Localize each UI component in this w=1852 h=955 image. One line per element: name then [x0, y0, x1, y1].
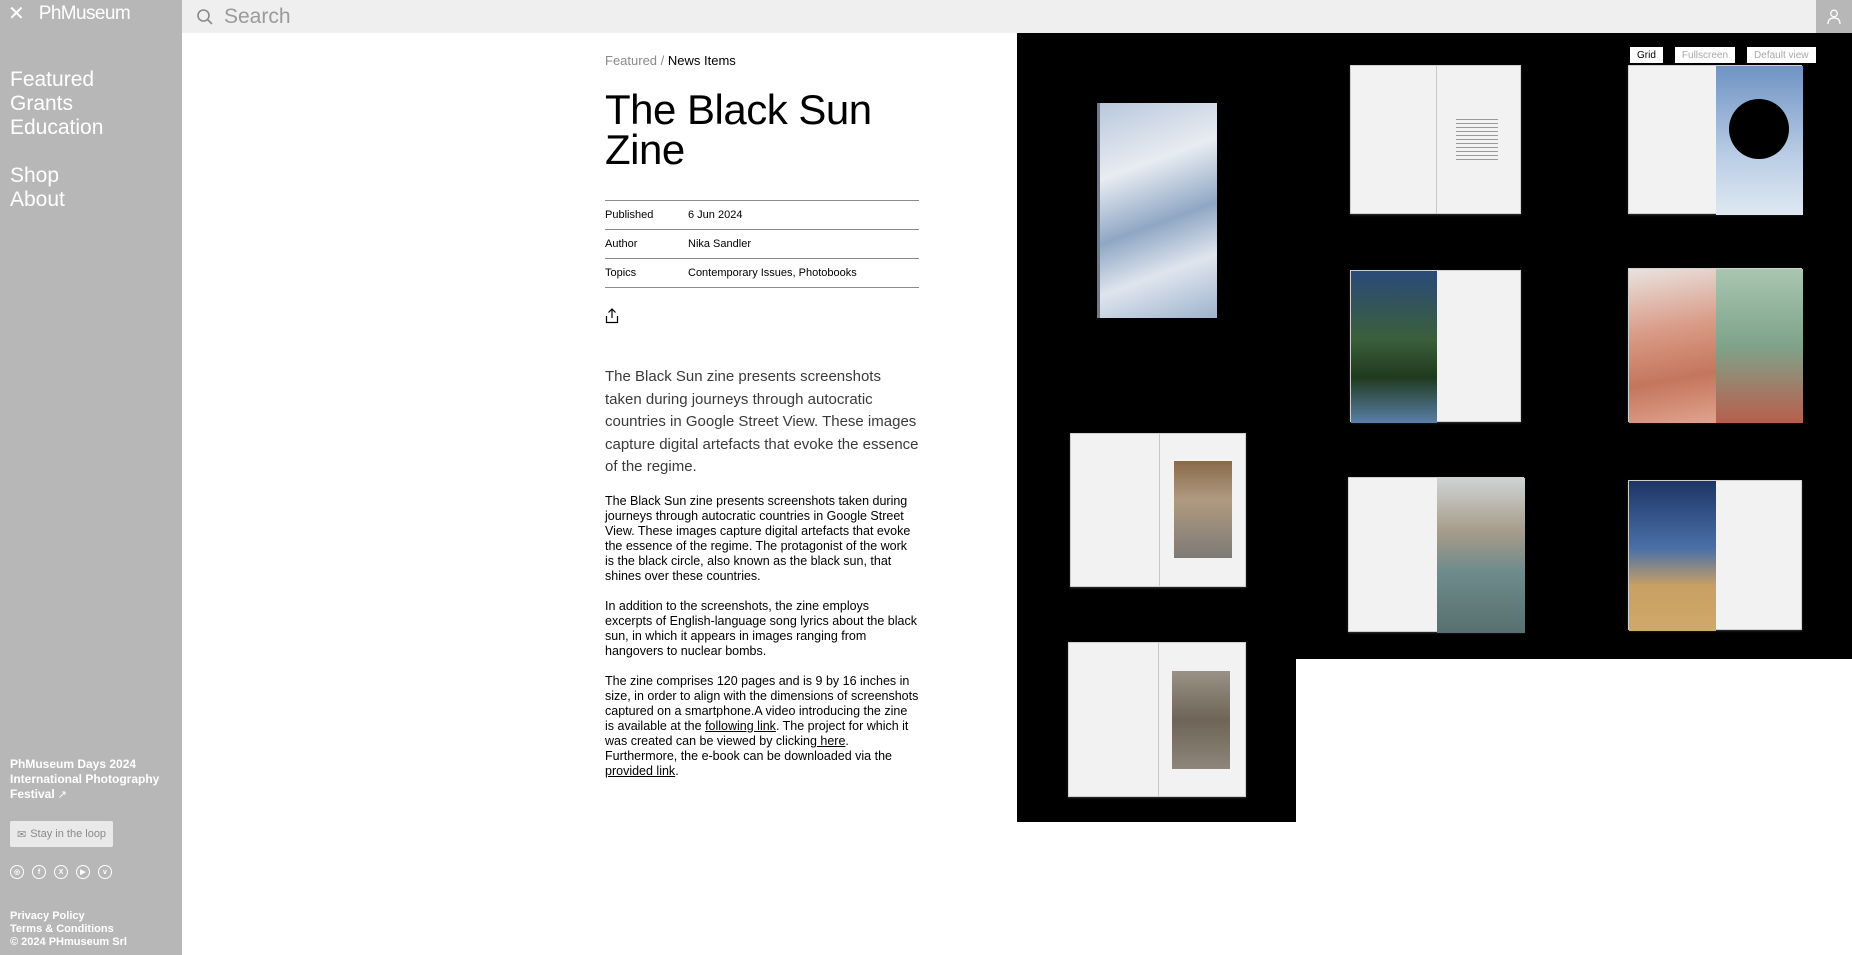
meta-author: Author Nika Sandler [605, 230, 919, 259]
youtube-icon[interactable]: ▶ [76, 865, 90, 879]
topics-value[interactable]: Contemporary Issues, Photobooks [688, 267, 857, 279]
nav-shop[interactable]: Shop [10, 164, 182, 188]
gallery-photo-9[interactable] [1068, 642, 1246, 797]
gallery-photo-1[interactable] [1097, 103, 1217, 318]
gallery-photo-5[interactable] [1628, 268, 1803, 423]
published-label: Published [605, 209, 654, 221]
festival-label: PhMuseum Days 2024 International Photogr… [10, 757, 160, 801]
mail-icon: ✉ [17, 828, 27, 841]
sidebar-header: ✕ PhMuseum [0, 0, 182, 28]
article-paragraph-1: The Black Sun zine presents screenshots … [605, 493, 911, 583]
spine [1159, 434, 1160, 586]
default-view-button[interactable]: Default view [1747, 47, 1816, 63]
article-meta: Published 6 Jun 2024 Author Nika Sandler… [605, 200, 919, 288]
grid-view-button[interactable]: Grid [1630, 47, 1663, 63]
facebook-icon[interactable]: f [32, 865, 46, 879]
road-photo [1437, 478, 1525, 633]
nav-about[interactable]: About [10, 188, 182, 212]
article: Featured / News Items The Black Sun Zine… [605, 53, 919, 779]
balcony-photo [1629, 269, 1716, 423]
breadcrumb-current[interactable]: News Items [668, 53, 736, 68]
desert-photo [1629, 481, 1716, 631]
search-icon [194, 6, 216, 28]
festival-link[interactable]: PhMuseum Days 2024 International Photogr… [10, 757, 170, 803]
published-value: 6 Jun 2024 [688, 209, 743, 221]
page-title: The Black Sun Zine [605, 86, 872, 173]
logo[interactable]: PhMuseum [39, 3, 131, 25]
meta-topics: Topics Contemporary Issues, Photobooks [605, 259, 919, 288]
gallery-photo-8[interactable] [1628, 480, 1802, 631]
x-icon[interactable]: X [54, 865, 68, 879]
vimeo-icon[interactable]: v [98, 865, 112, 879]
gallery-photo-6[interactable] [1070, 433, 1246, 587]
spine [1436, 66, 1437, 213]
gallery-photo-3[interactable] [1628, 65, 1803, 215]
gallery-photo-7[interactable] [1348, 477, 1525, 633]
author-label: Author [605, 238, 638, 250]
stay-in-loop-label: Stay in the loop [30, 828, 107, 840]
article-lead: The Black Sun zine presents screenshots … [605, 368, 919, 475]
copyright: © 2024 PHmuseum Srl [10, 936, 127, 948]
fullscreen-view-button[interactable]: Fullscreen [1674, 47, 1736, 63]
shadow-photo [1172, 671, 1230, 769]
terms-link[interactable]: Terms & Conditions [10, 923, 127, 936]
gallery-photo-2[interactable] [1350, 65, 1521, 214]
oasis-photo [1351, 271, 1437, 423]
social-links: ◎ f X ▶ v [10, 865, 112, 879]
video-link[interactable]: following link [705, 719, 776, 733]
author-value[interactable]: Nika Sandler [688, 238, 751, 250]
article-paragraph-3: The zine comprises 120 pages and is 9 by… [605, 674, 919, 779]
black-sun [1729, 99, 1789, 159]
privacy-policy-link[interactable]: Privacy Policy [10, 910, 127, 923]
figure-photo [1174, 461, 1232, 558]
nav-education[interactable]: Education [10, 116, 182, 140]
spine [1158, 643, 1159, 796]
project-link[interactable]: here [817, 734, 845, 748]
user-account-button[interactable] [1816, 0, 1852, 33]
breadcrumb-parent[interactable]: Featured [605, 53, 657, 68]
ebook-link[interactable]: provided link [605, 764, 675, 778]
sidebar: ✕ PhMuseum Featured Grants Education Sho… [0, 0, 182, 955]
cloud-cover [1097, 103, 1217, 318]
gallery-photo-4[interactable] [1350, 270, 1521, 423]
close-icon[interactable]: ✕ [8, 4, 25, 24]
legal-links: Privacy Policy Terms & Conditions © 2024… [10, 910, 127, 949]
search-input[interactable] [224, 4, 1724, 29]
p3-text-4: . [675, 763, 679, 778]
instagram-icon[interactable]: ◎ [10, 865, 24, 879]
breadcrumb-separator: / [657, 53, 668, 68]
view-toggle: Grid Fullscreen Default view [1630, 47, 1816, 63]
topics-label: Topics [605, 267, 637, 279]
nav-grants[interactable]: Grants [10, 92, 182, 116]
stay-in-loop-button[interactable]: ✉ Stay in the loop [10, 821, 114, 847]
nav-featured[interactable]: Featured [10, 68, 182, 92]
text-block [1456, 116, 1498, 161]
main-nav: Featured Grants Education Shop About [0, 68, 182, 212]
external-link-icon: ↗ [57, 789, 67, 801]
user-icon [1827, 9, 1841, 24]
article-paragraph-2: In addition to the screenshots, the zine… [605, 598, 917, 658]
search-bar [182, 0, 1816, 33]
share-icon[interactable] [605, 308, 621, 326]
breadcrumb: Featured / News Items [605, 53, 919, 68]
plant-photo [1716, 269, 1803, 423]
meta-published: Published 6 Jun 2024 [605, 201, 919, 230]
